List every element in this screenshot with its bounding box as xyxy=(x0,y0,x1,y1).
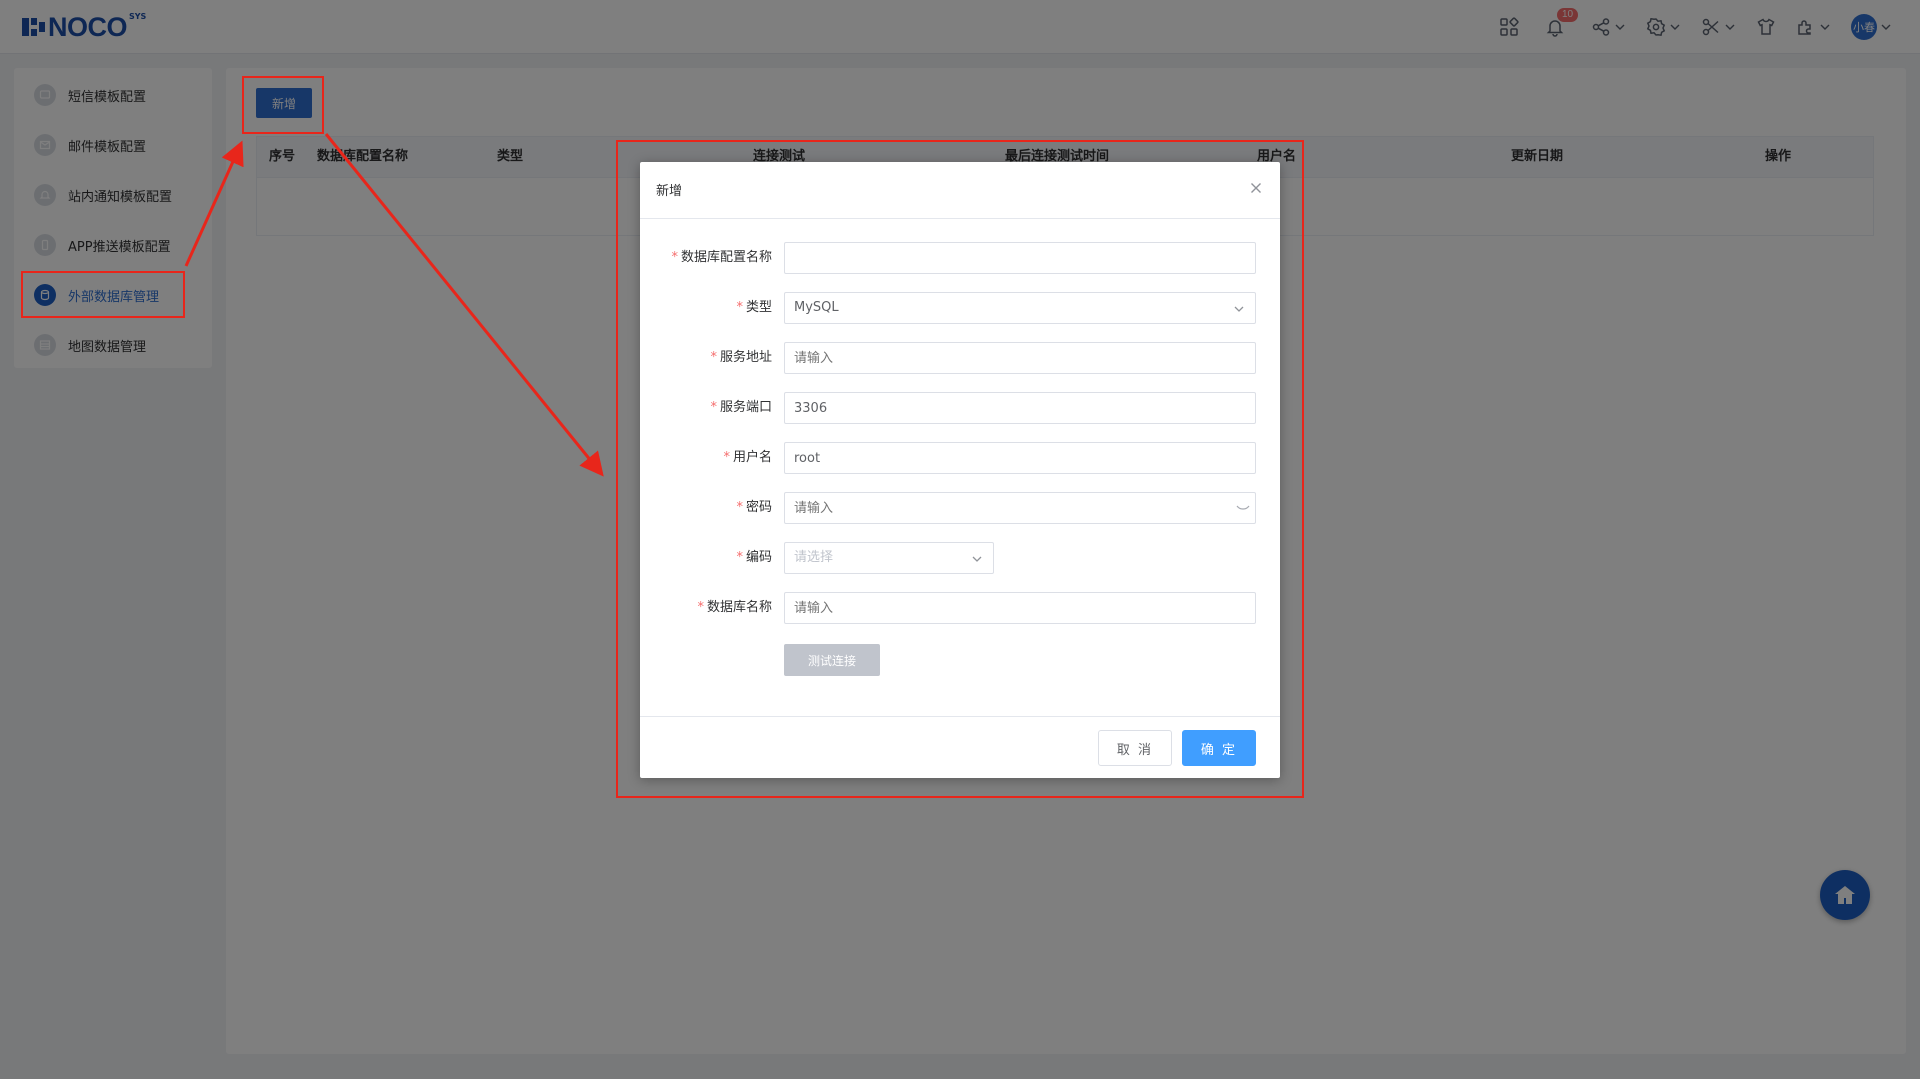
annotation-arrow-sidebar-to-add xyxy=(184,140,244,267)
annotation-arrow-add-to-dialog xyxy=(324,133,604,477)
annotation-arrows xyxy=(184,133,604,477)
